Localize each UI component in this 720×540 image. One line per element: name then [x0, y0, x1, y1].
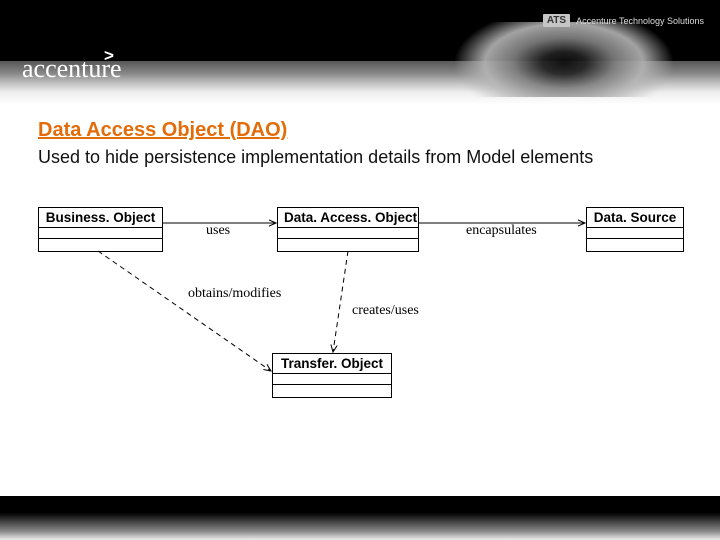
class-name: Data. Access. Object	[278, 208, 418, 228]
header-banner: > accenture ATS Accenture Technology Sol…	[0, 0, 720, 105]
uml-diagram: Business. Object Data. Access. Object Da…	[38, 193, 698, 413]
class-attrs	[587, 228, 683, 239]
class-ops	[273, 385, 391, 397]
accenture-logo: accenture	[22, 54, 122, 84]
page-subtitle: Used to hide persistence implementation …	[38, 146, 682, 169]
ats-badge: ATS	[543, 14, 570, 27]
slide-content: Data Access Object (DAO) Used to hide pe…	[0, 105, 720, 413]
class-ops	[587, 239, 683, 251]
class-business-object: Business. Object	[38, 207, 163, 252]
class-transfer-object: Transfer. Object	[272, 353, 392, 398]
label-creates-uses: creates/uses	[352, 303, 419, 319]
class-data-access-object: Data. Access. Object	[277, 207, 419, 252]
class-attrs	[278, 228, 418, 239]
label-encapsulates: encapsulates	[466, 223, 537, 239]
edge-creates-uses	[333, 251, 348, 352]
class-name: Transfer. Object	[273, 354, 391, 374]
decorative-image	[390, 22, 680, 97]
class-attrs	[273, 374, 391, 385]
class-name: Business. Object	[39, 208, 162, 228]
label-obtains-modifies: obtains/modifies	[188, 286, 281, 302]
class-data-source: Data. Source	[586, 207, 684, 252]
ats-brand: ATS Accenture Technology Solutions	[543, 14, 704, 27]
edge-obtains-modifies	[98, 251, 271, 371]
label-uses: uses	[206, 223, 230, 239]
class-ops	[278, 239, 418, 251]
footer-bar	[0, 496, 720, 540]
class-ops	[39, 239, 162, 251]
ats-text: Accenture Technology Solutions	[576, 16, 704, 26]
page-title: Data Access Object (DAO)	[38, 119, 682, 142]
class-name: Data. Source	[587, 208, 683, 228]
class-attrs	[39, 228, 162, 239]
